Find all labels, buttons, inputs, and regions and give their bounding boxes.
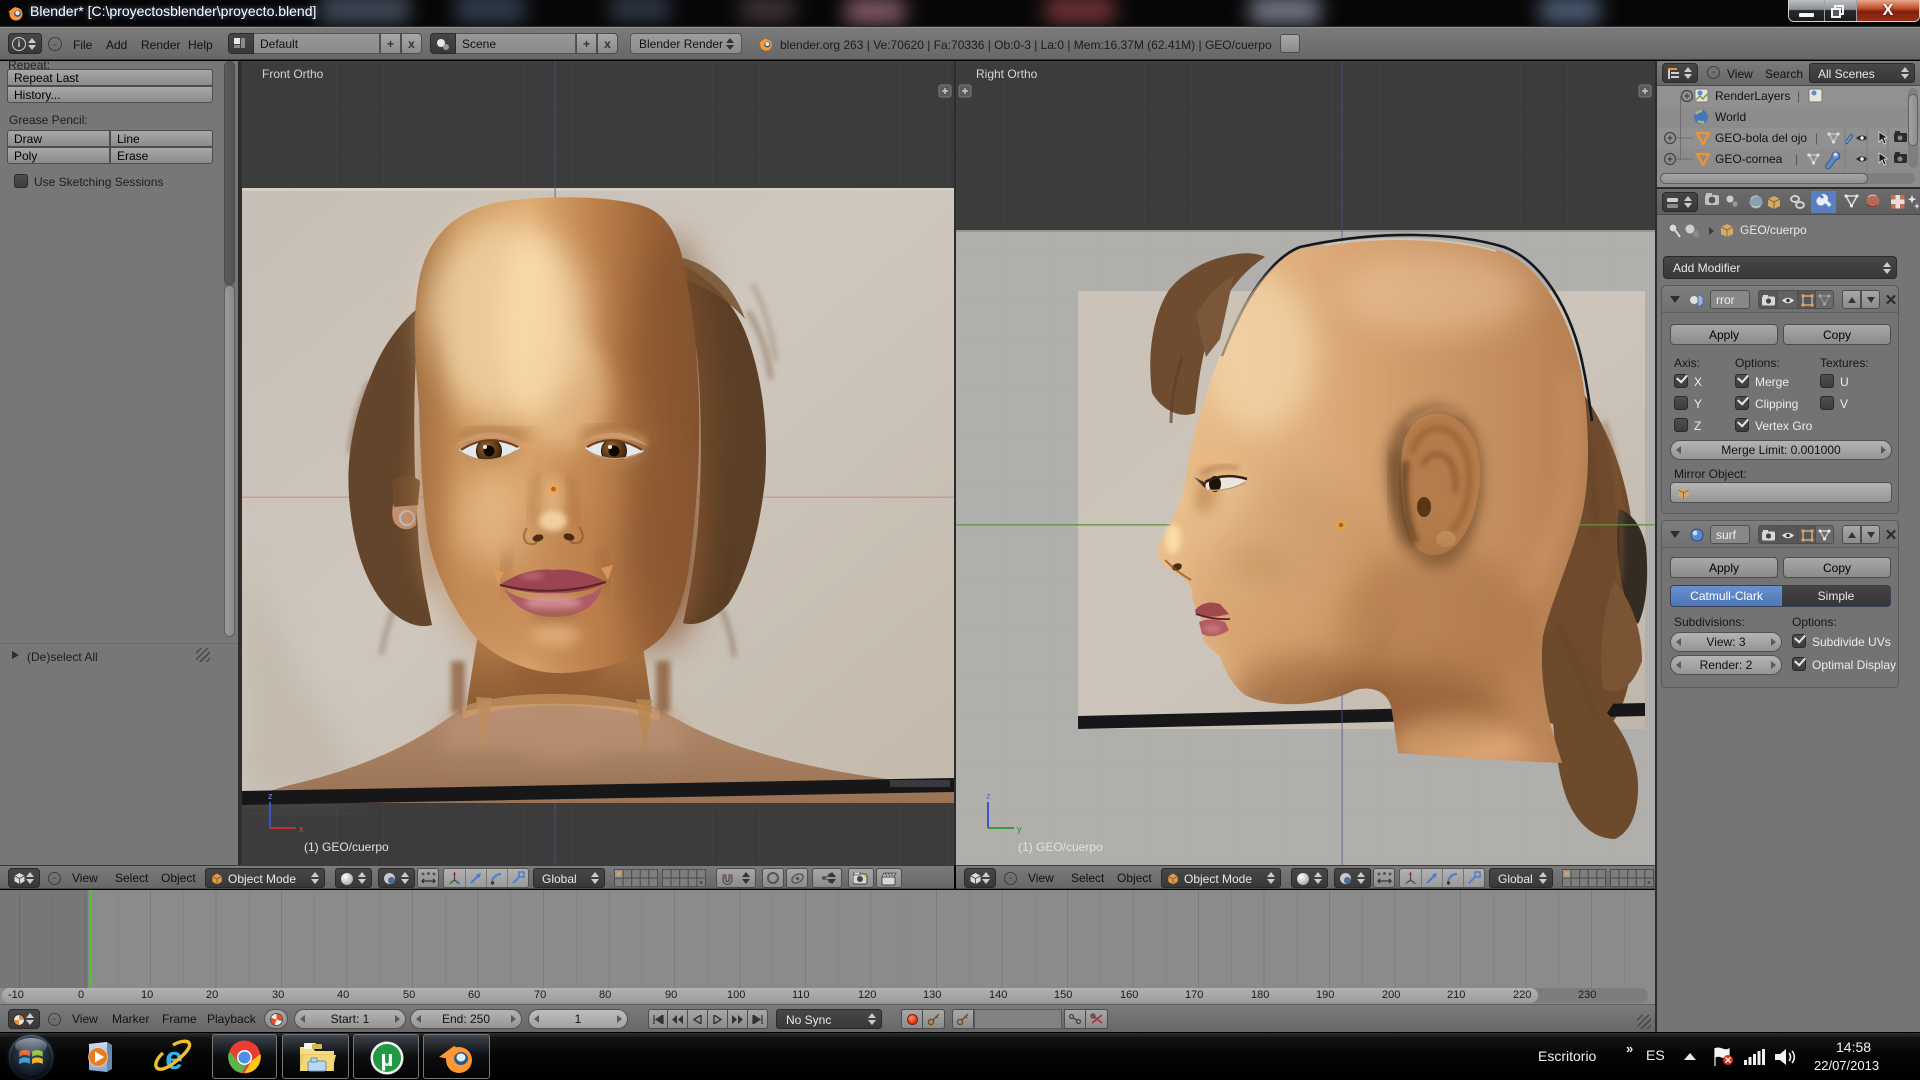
svg-text:Right Ortho: Right Ortho [976, 67, 1038, 81]
svg-text:RenderLayers: RenderLayers [1715, 89, 1790, 103]
svg-text:Front Ortho: Front Ortho [262, 67, 324, 81]
svg-text:µ: µ [381, 1046, 394, 1071]
svg-text:(1) GEO/cuerpo: (1) GEO/cuerpo [1018, 840, 1103, 854]
svg-text:|: | [1815, 131, 1818, 145]
svg-text:|: | [1795, 152, 1798, 166]
svg-text:GEO/cuerpo: GEO/cuerpo [1740, 223, 1807, 237]
svg-text:x: x [299, 824, 304, 834]
svg-text:z: z [986, 791, 991, 801]
svg-text:GEO-bola del ojo: GEO-bola del ojo [1715, 131, 1807, 145]
svg-text:z: z [268, 791, 273, 801]
svg-text:y: y [1017, 824, 1022, 834]
svg-text:(1) GEO/cuerpo: (1) GEO/cuerpo [304, 840, 389, 854]
svg-text:GEO-cornea: GEO-cornea [1715, 152, 1783, 166]
svg-text:World: World [1715, 110, 1746, 124]
svg-text:|: | [1797, 89, 1800, 103]
